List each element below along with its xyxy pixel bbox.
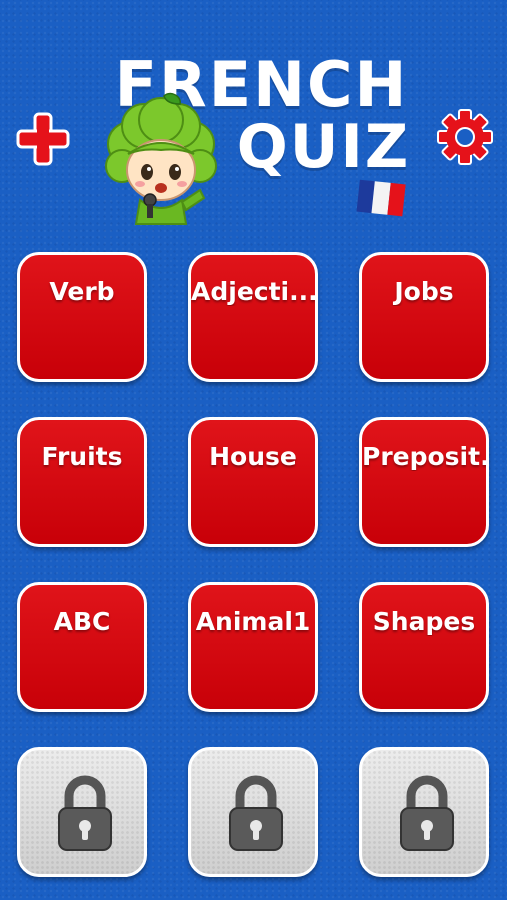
category-tile-shapes[interactable]: Shapes xyxy=(359,582,489,712)
category-tile-fruits[interactable]: Fruits xyxy=(17,417,147,547)
category-label: House xyxy=(209,442,297,471)
france-flag-icon xyxy=(356,179,406,217)
category-tile-animal1[interactable]: Animal1 xyxy=(188,582,318,712)
category-label: Preposit... xyxy=(362,442,486,471)
category-tile-verb[interactable]: Verb xyxy=(17,252,147,382)
category-label: Animal1 xyxy=(195,607,311,636)
category-label: Verb xyxy=(49,277,115,306)
gear-icon[interactable] xyxy=(436,108,494,166)
lock-icon xyxy=(229,775,283,851)
title-quiz: QUIZ xyxy=(236,112,411,182)
locked-tile[interactable] xyxy=(188,747,318,877)
category-tile-adjectives[interactable]: Adjecti... xyxy=(188,252,318,382)
lock-icon xyxy=(400,775,454,851)
category-tile-abc[interactable]: ABC xyxy=(17,582,147,712)
title-french: FRENCH xyxy=(114,48,409,121)
locked-tile[interactable] xyxy=(359,747,489,877)
category-tile-house[interactable]: House xyxy=(188,417,318,547)
category-label: Adjecti... xyxy=(191,277,315,306)
broccoli-character-icon xyxy=(105,92,217,225)
category-tile-jobs[interactable]: Jobs xyxy=(359,252,489,382)
category-label: ABC xyxy=(53,607,111,636)
category-label: Shapes xyxy=(372,607,476,636)
lock-icon xyxy=(58,775,112,851)
category-label: Fruits xyxy=(41,442,123,471)
locked-tile[interactable] xyxy=(17,747,147,877)
plus-icon[interactable] xyxy=(14,110,72,168)
category-tile-prepositions[interactable]: Preposit... xyxy=(359,417,489,547)
category-label: Jobs xyxy=(394,277,454,306)
